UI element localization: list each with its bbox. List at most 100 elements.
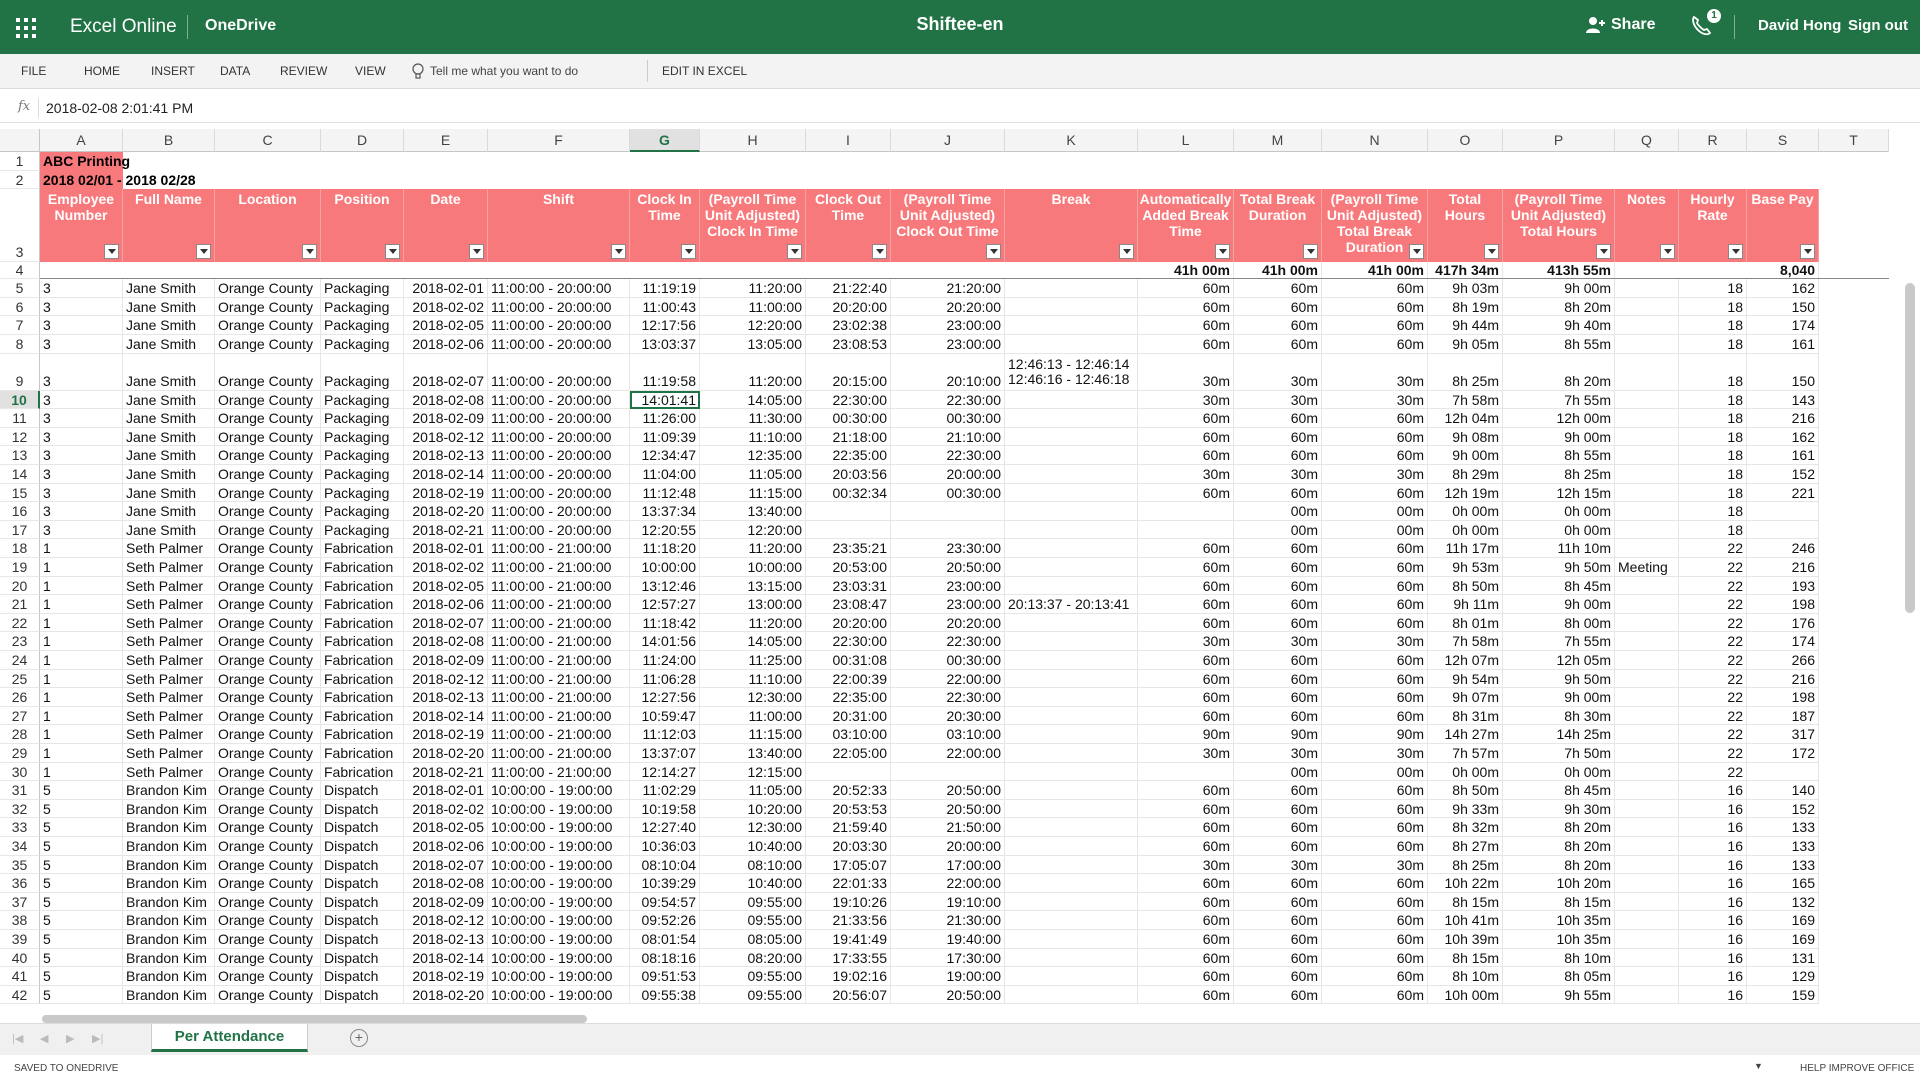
table-cell[interactable]: 176 [1747,613,1819,633]
table-cell[interactable]: 16 [1679,781,1747,800]
table-cell[interactable]: Seth Palmer [123,706,215,726]
table-cell[interactable]: 09:55:00 [700,985,806,1005]
table-cell[interactable]: Dispatch [321,855,404,875]
table-cell[interactable]: Orange County [215,279,321,298]
table-cell[interactable]: Dispatch [321,799,404,819]
filter-dropdown-icon[interactable] [872,244,887,260]
table-cell[interactable]: 60m [1138,985,1234,1005]
table-cell[interactable]: 10:40:00 [700,837,806,856]
table-cell[interactable]: 0h 00m [1428,502,1503,521]
table-cell[interactable]: 11:00:00 - 21:00:00 [488,576,630,596]
table-cell[interactable]: 60m [1322,539,1428,558]
table-cell[interactable]: 2018-02-20 [404,744,488,763]
table-cell[interactable]: 10:00:00 - 19:00:00 [488,985,630,1005]
table-cell[interactable]: 09:55:38 [630,985,700,1005]
filter-dropdown-icon[interactable] [302,244,317,260]
table-cell[interactable] [1005,446,1138,465]
table-cell[interactable]: 11:00:43 [630,297,700,317]
row-header[interactable]: 24 [0,651,40,670]
table-cell[interactable]: 60m [1234,911,1322,930]
table-cell[interactable]: Orange County [215,985,321,1005]
table-cell[interactable]: 60m [1138,427,1234,447]
table-cell[interactable]: 5 [40,930,123,949]
table-cell[interactable]: Orange County [215,576,321,596]
row-header[interactable]: 16 [0,502,40,521]
table-cell[interactable] [1615,874,1679,893]
table-cell[interactable]: 11:00:00 - 20:00:00 [488,502,630,521]
table-cell[interactable]: 13:00:00 [700,595,806,614]
table-cell[interactable]: 3 [40,465,123,484]
table-cell[interactable]: 9h 00m [1503,595,1615,614]
row-header[interactable]: 14 [0,465,40,484]
table-cell[interactable] [1005,576,1138,596]
table-cell[interactable]: 11:00:00 - 21:00:00 [488,539,630,558]
row-header[interactable]: 19 [0,558,40,577]
table-cell[interactable]: 16 [1679,837,1747,856]
table-cell[interactable]: 3 [40,279,123,298]
table-cell[interactable]: 13:40:00 [700,502,806,521]
filter-dropdown-icon[interactable] [1409,244,1424,260]
first-sheet-icon[interactable]: |◀ [12,1032,23,1045]
table-cell[interactable]: 12:35:00 [700,446,806,465]
table-cell[interactable]: 9h 54m [1428,669,1503,689]
table-cell[interactable]: Orange County [215,948,321,968]
table-cell[interactable]: Orange County [215,502,321,521]
row-header[interactable]: 22 [0,613,40,633]
table-cell[interactable]: 60m [1138,967,1234,986]
table-cell[interactable]: Packaging [321,279,404,298]
table-cell[interactable]: 8h 30m [1503,706,1615,726]
table-cell[interactable]: 60m [1322,427,1428,447]
table-cell[interactable]: 60m [1234,669,1322,689]
table-cell[interactable]: 9h 03m [1428,279,1503,298]
table-cell[interactable]: 60m [1234,558,1322,577]
table-cell[interactable]: Brandon Kim [123,911,215,930]
table-cell[interactable] [1005,967,1138,986]
table-cell[interactable]: Seth Palmer [123,558,215,577]
table-cell[interactable]: 2018-02-19 [404,967,488,986]
table-cell[interactable]: 13:12:46 [630,576,700,596]
table-cell[interactable]: Brandon Kim [123,781,215,800]
table-cell[interactable]: Brandon Kim [123,818,215,837]
table-cell[interactable]: Packaging [321,502,404,521]
table-cell[interactable]: 143 [1747,390,1819,410]
user-name[interactable]: David Hong [1758,17,1841,34]
table-cell[interactable]: 30m [1234,855,1322,875]
table-cell[interactable]: 18 [1679,335,1747,354]
table-cell[interactable]: 12:17:56 [630,316,700,335]
help-improve-link[interactable]: HELP IMPROVE OFFICE [1800,1063,1914,1074]
table-cell[interactable]: 169 [1747,930,1819,949]
table-cell[interactable]: 1 [40,539,123,558]
table-cell[interactable]: 13:37:34 [630,502,700,521]
table-cell[interactable]: Jane Smith [123,502,215,521]
table-cell[interactable]: 20:50:00 [891,799,1005,819]
table-cell[interactable]: 1 [40,744,123,763]
column-header-m[interactable]: M [1234,129,1322,152]
share-button[interactable]: Share [1585,16,1655,34]
table-cell[interactable] [1615,279,1679,298]
table-cell[interactable]: 10:00:00 - 19:00:00 [488,799,630,819]
row-header[interactable]: 23 [0,632,40,651]
table-cell[interactable]: 60m [1234,930,1322,949]
row-header[interactable]: 31 [0,781,40,800]
table-cell[interactable]: 60m [1138,595,1234,614]
column-header-h[interactable]: H [700,129,806,152]
table-cell[interactable]: 14h 27m [1428,725,1503,744]
table-cell[interactable] [1005,651,1138,670]
table-cell[interactable]: Seth Palmer [123,744,215,763]
table-cell[interactable]: 20:03:30 [806,837,891,856]
table-cell[interactable]: Seth Palmer [123,651,215,670]
table-cell[interactable]: Jane Smith [123,316,215,335]
table-cell[interactable]: 10h 35m [1503,930,1615,949]
table-cell[interactable]: 18 [1679,390,1747,410]
table-cell[interactable]: 60m [1234,967,1322,986]
table-cell[interactable]: Fabrication [321,558,404,577]
table-cell[interactable]: Dispatch [321,985,404,1005]
table-cell[interactable]: 60m [1322,558,1428,577]
table-cell[interactable]: 2018-02-14 [404,706,488,726]
table-cell[interactable]: 14:05:00 [700,632,806,651]
table-cell[interactable] [891,520,1005,540]
table-cell[interactable]: 2018-02-19 [404,725,488,744]
notifications-button[interactable]: 1 [1688,9,1721,42]
table-cell[interactable]: 14:01:41 [630,390,700,410]
table-cell[interactable]: 8h 20m [1503,837,1615,856]
